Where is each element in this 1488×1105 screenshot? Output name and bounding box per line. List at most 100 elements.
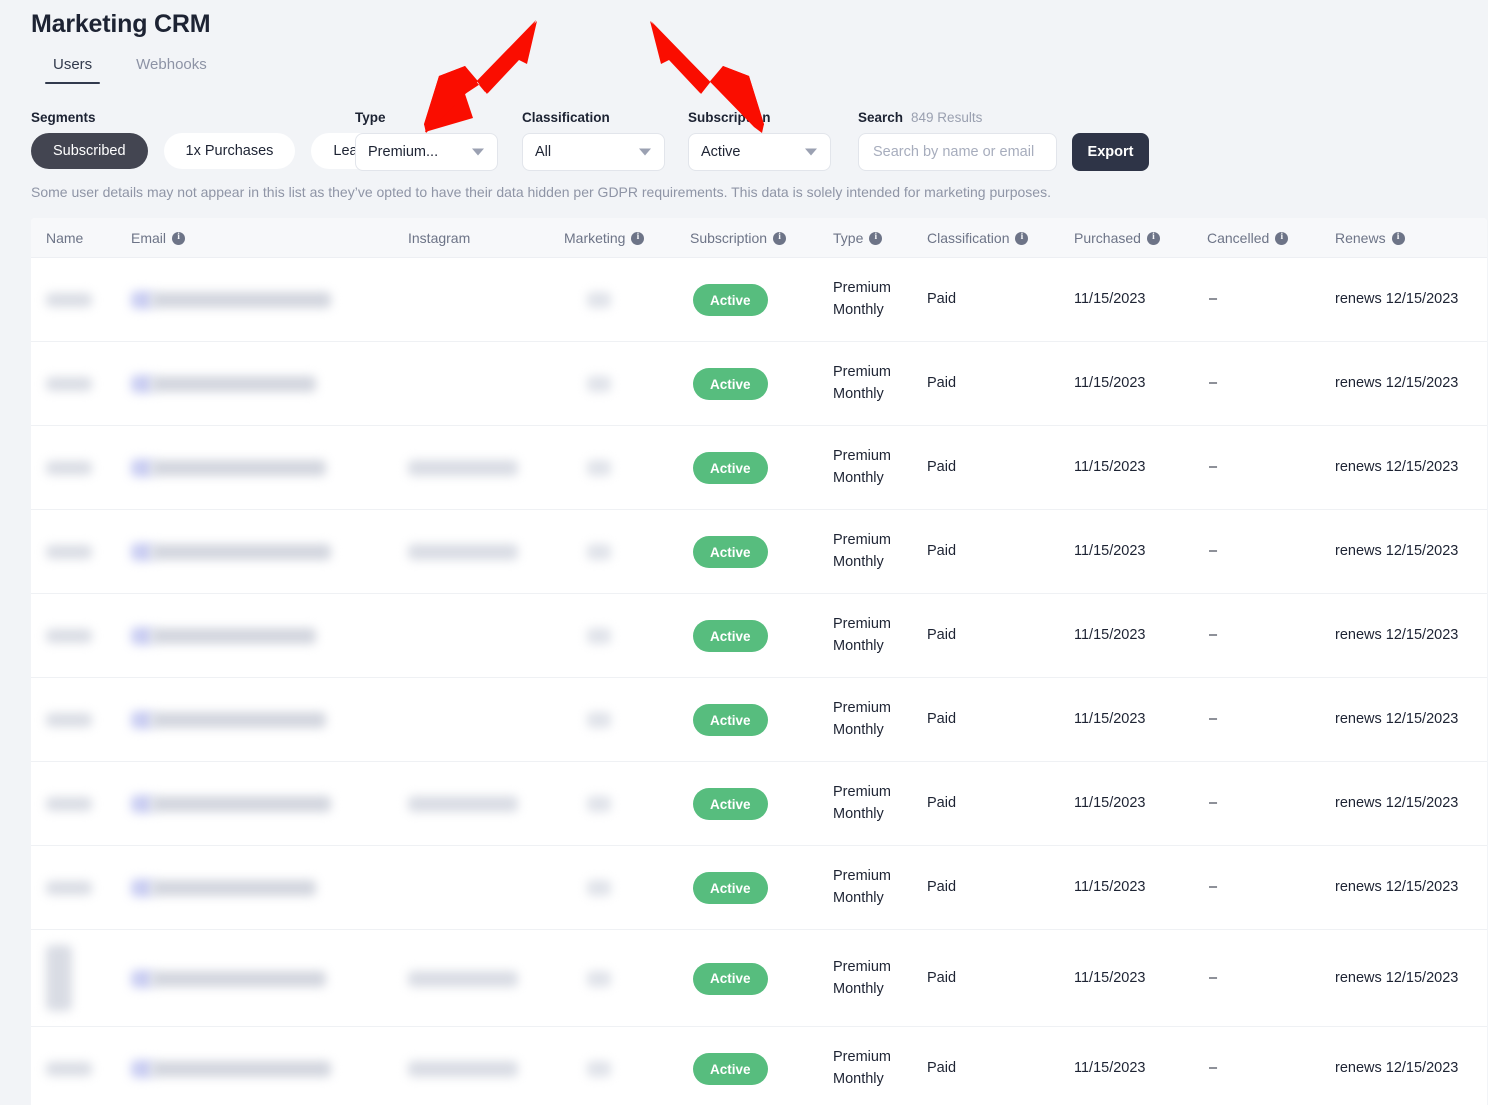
column-header-type[interactable]: Type i: [833, 230, 883, 246]
cell-subscription: Active: [693, 962, 768, 995]
tab-users[interactable]: Users: [31, 52, 114, 84]
export-button[interactable]: Export: [1072, 133, 1149, 171]
classification-select-box[interactable]: All: [522, 133, 665, 171]
redacted-instagram-value: [408, 544, 518, 560]
redacted-marketing-value: [587, 970, 611, 987]
info-icon[interactable]: i: [773, 231, 787, 245]
table-row[interactable]: Active Premium Monthly Paid 11/15/2023 – rene…: [31, 1027, 1487, 1105]
redacted-email-value: [131, 627, 153, 645]
status-badge[interactable]: Active: [693, 704, 768, 736]
column-header-renews[interactable]: Renews i: [1335, 230, 1405, 246]
table-row[interactable]: Active Premium Monthly Paid 11/15/2023 – rene…: [31, 594, 1487, 678]
info-icon[interactable]: i: [172, 231, 186, 245]
redacted-marketing-value: [587, 544, 611, 560]
classification-select[interactable]: All: [522, 133, 665, 171]
info-icon[interactable]: i: [1015, 231, 1029, 245]
column-header-classification[interactable]: Classification i: [927, 230, 1029, 246]
gdpr-notice: Some user details may not appear in this…: [31, 184, 1051, 200]
cell-cancelled: –: [1209, 543, 1218, 559]
column-header-purchased[interactable]: Purchased i: [1074, 230, 1160, 246]
column-header-instagram-label: Instagram: [408, 230, 471, 246]
cell-type: Premium Monthly: [833, 616, 892, 655]
status-badge[interactable]: Active: [693, 452, 768, 484]
redacted-marketing-value: [587, 628, 611, 644]
column-header-classification-label: Classification: [927, 230, 1010, 246]
table-row[interactable]: Active Premium Monthly Paid 11/15/2023 – rene…: [31, 510, 1487, 594]
cell-classification: Paid: [927, 879, 957, 895]
table-row[interactable]: Active Premium Monthly Paid 11/15/2023 – rene…: [31, 342, 1487, 426]
redacted-email-value: [131, 459, 153, 477]
redacted-marketing-value: [587, 376, 611, 392]
cell-renews: renews 12/15/2023: [1335, 627, 1459, 643]
redacted-marketing-value: [587, 1061, 611, 1077]
info-icon[interactable]: i: [631, 231, 645, 245]
subscription-filter-label: Subscription: [688, 110, 771, 125]
info-icon[interactable]: i: [869, 231, 883, 245]
status-badge[interactable]: Active: [693, 536, 768, 568]
redacted-name-value: [46, 713, 92, 727]
column-header-name[interactable]: Name: [46, 230, 83, 246]
redacted-marketing-value: [587, 292, 611, 308]
column-header-subscription[interactable]: Subscription i: [690, 230, 787, 246]
cell-subscription: Active: [693, 788, 768, 820]
info-icon[interactable]: i: [1275, 231, 1289, 245]
column-header-email[interactable]: Email i: [131, 230, 186, 246]
status-badge[interactable]: Active: [693, 368, 768, 400]
column-header-subscription-label: Subscription: [690, 230, 768, 246]
segment-pill-subscribed[interactable]: Subscribed: [31, 133, 148, 169]
redacted-email-value: [151, 712, 326, 728]
cell-type: Premium Monthly: [833, 364, 892, 403]
column-header-instagram[interactable]: Instagram: [408, 230, 470, 246]
column-header-cancelled[interactable]: Cancelled i: [1207, 230, 1289, 246]
cell-classification: Paid: [927, 543, 957, 559]
redacted-name-value: [46, 293, 92, 307]
cell-cancelled: –: [1209, 969, 1218, 986]
redacted-email-value: [131, 879, 153, 897]
table-row[interactable]: Active Premium Monthly Paid 11/15/2023 – rene…: [31, 846, 1487, 930]
search-input[interactable]: [858, 133, 1057, 171]
segment-pill-1x-purchases[interactable]: 1x Purchases: [163, 133, 296, 169]
status-badge[interactable]: Active: [693, 1053, 768, 1085]
info-icon[interactable]: i: [1146, 231, 1160, 245]
table-row[interactable]: Active Premium Monthly Paid 11/15/2023 – rene…: [31, 426, 1487, 510]
cell-purchased: 11/15/2023: [1074, 459, 1146, 475]
segment-pill-list: Subscribed 1x Purchases Leads: [31, 133, 395, 169]
tab-webhooks-label: Webhooks: [136, 56, 207, 73]
info-icon[interactable]: i: [1391, 231, 1405, 245]
redacted-instagram-value: [408, 796, 518, 812]
status-badge[interactable]: Active: [693, 788, 768, 820]
table-row[interactable]: Active Premium Monthly Paid 11/15/2023 – rene…: [31, 930, 1487, 1027]
cell-classification: Paid: [927, 1060, 957, 1076]
redacted-email-value: [131, 969, 153, 988]
table-row[interactable]: Active Premium Monthly Paid 11/15/2023 – rene…: [31, 762, 1487, 846]
cell-cancelled: –: [1209, 375, 1218, 391]
status-badge[interactable]: Active: [693, 962, 768, 995]
redacted-name-value: [46, 1062, 92, 1076]
redacted-email-value: [151, 1061, 331, 1077]
type-select[interactable]: Premium...: [355, 133, 498, 171]
cell-subscription: Active: [693, 284, 768, 316]
table-row[interactable]: Active Premium Monthly Paid 11/15/2023 – rene…: [31, 678, 1487, 762]
cell-renews: renews 12/15/2023: [1335, 459, 1459, 475]
type-select-box[interactable]: Premium...: [355, 133, 498, 171]
column-header-marketing[interactable]: Marketing i: [564, 230, 645, 246]
subscription-select[interactable]: Active: [688, 133, 831, 171]
search-label: Search 849 Results: [858, 110, 1149, 125]
redacted-marketing-value: [587, 880, 611, 896]
cell-classification: Paid: [927, 795, 957, 811]
status-badge[interactable]: Active: [693, 620, 768, 652]
cell-purchased: 11/15/2023: [1074, 1060, 1146, 1076]
type-filter-label: Type: [355, 110, 386, 125]
cell-purchased: 11/15/2023: [1074, 291, 1146, 307]
table-row[interactable]: Active Premium Monthly Paid 11/15/2023 – rene…: [31, 258, 1487, 342]
subscription-select-box[interactable]: Active: [688, 133, 831, 171]
status-badge[interactable]: Active: [693, 872, 768, 904]
tab-webhooks[interactable]: Webhooks: [114, 52, 229, 84]
redacted-email-value: [151, 292, 331, 308]
cell-type: Premium Monthly: [833, 448, 892, 487]
cell-renews: renews 12/15/2023: [1335, 375, 1459, 391]
cell-purchased: 11/15/2023: [1074, 879, 1146, 895]
status-badge[interactable]: Active: [693, 284, 768, 316]
cell-subscription: Active: [693, 1053, 768, 1085]
redacted-instagram-value: [408, 460, 518, 476]
